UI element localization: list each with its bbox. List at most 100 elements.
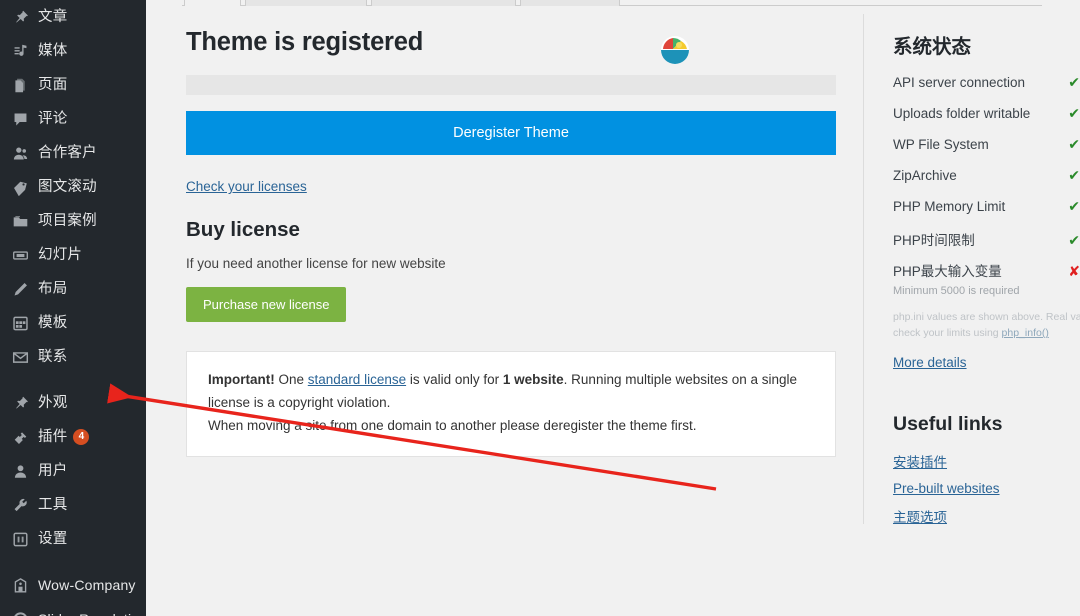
standard-license-link[interactable]: standard license <box>308 372 406 387</box>
tab-3[interactable]: Changelog <box>520 0 620 6</box>
pin-icon <box>9 7 31 27</box>
side-info-panel: 系统状态 API server connection ✔ Uploads folde… <box>893 30 1080 526</box>
tab-2[interactable]: Manual & Support <box>370 0 517 6</box>
important-license-notice: Important! One standard license is valid… <box>186 351 836 457</box>
sidebar-item-label: 幻灯片 <box>38 246 83 263</box>
status-check-icon: ✔ <box>1068 198 1080 214</box>
status-row-label: PHP Memory Limit <box>893 199 1006 214</box>
sidebar-item-18[interactable]: Wow-Company <box>0 568 146 602</box>
sidebar-item-label: Slider Revolution <box>38 612 146 616</box>
sidebar-item-label: 外观 <box>38 394 68 411</box>
comments-icon <box>9 109 31 129</box>
sidebar-item-5[interactable]: 图文滚动 <box>0 170 146 204</box>
theme-registration-panel: Theme is registered Deregister Theme Che… <box>186 28 836 457</box>
status-row-label: ZipArchive <box>893 168 957 183</box>
sidebar-item-12[interactable]: 外观 <box>0 386 146 420</box>
tab-0[interactable]: 概述 <box>184 0 241 6</box>
sidebar-item-label: 联系 <box>38 348 68 365</box>
appearance-icon <box>9 393 31 413</box>
notice-strong: 1 website <box>502 372 564 387</box>
sidebar-item-label: 插件 <box>38 428 68 445</box>
system-status-heading: 系统状态 <box>893 36 972 58</box>
theme-brand-logo <box>655 30 695 70</box>
status-cross-icon: ✘ <box>1068 263 1080 279</box>
sidebar-item-label: Wow-Company <box>38 577 136 593</box>
sidebar-item-1[interactable]: 媒体 <box>0 34 146 68</box>
license-key-field[interactable] <box>186 75 836 95</box>
fineprint-line-2: check your limits using <box>893 327 1002 340</box>
sidebar-separator <box>0 374 146 386</box>
status-check-icon: ✔ <box>1068 74 1080 90</box>
tag-icon <box>9 177 31 197</box>
system-status-list: API server connection ✔ Uploads folder wri… <box>893 74 1080 291</box>
useful-links-list: 安装插件 Pre-built websites 主题选项 <box>893 451 1080 526</box>
sidebar-item-10[interactable]: 联系 <box>0 340 146 374</box>
sidebar-item-7[interactable]: 幻灯片 <box>0 238 146 272</box>
status-row-3: ZipArchive ✔ <box>893 167 1080 198</box>
sidebar-item-label: 图文滚动 <box>38 178 97 195</box>
sidebar-item-label: 文章 <box>38 8 68 25</box>
company-icon <box>9 575 31 595</box>
php-max-input-vars-note: Minimum 5000 is required <box>893 285 1020 297</box>
sidebar-item-label: 评论 <box>38 110 68 127</box>
user-icon <box>9 461 31 481</box>
sidebar-item-label: 合作客户 <box>38 144 97 161</box>
php-info-link[interactable]: php_info() <box>1002 327 1049 339</box>
content-area: 概述 System statusManual & SupportChangelog… <box>146 0 1080 616</box>
slider-eye-icon <box>9 609 31 616</box>
sidebar-item-14[interactable]: 用户 <box>0 454 146 488</box>
php-ini-fineprint: php.ini values are shown above. Real va … <box>893 309 1080 342</box>
fineprint-line-1: php.ini values are shown above. Real va <box>893 311 1080 323</box>
sidebar-item-label: 布局 <box>38 280 68 297</box>
sidebar-item-label: 项目案例 <box>38 212 97 229</box>
useful-link-1[interactable]: Pre-built websites <box>893 481 1080 496</box>
settings-icon <box>9 529 31 549</box>
useful-link-2[interactable]: 主题选项 <box>893 506 1080 526</box>
wrench-icon <box>9 495 31 515</box>
status-row-label: PHP最大输入变量 <box>893 264 1002 279</box>
status-row-5: PHP时间限制 ✔ <box>893 229 1080 260</box>
sidebar-item-4[interactable]: 合作客户 <box>0 136 146 170</box>
plugins-icon <box>9 427 31 447</box>
pages-icon <box>9 75 31 95</box>
sidebar-item-label: 页面 <box>38 76 68 93</box>
useful-link-0[interactable]: 安装插件 <box>893 451 1080 471</box>
status-row-0: API server connection ✔ <box>893 74 1080 105</box>
sidebar-item-label: 设置 <box>38 530 68 547</box>
sidebar-item-6[interactable]: 项目案例 <box>0 204 146 238</box>
status-check-icon: ✔ <box>1068 232 1080 248</box>
admin-sidebar: 文章媒体页面评论合作客户图文滚动项目案例幻灯片布局模板联系外观插件 4 用户工具设置… <box>0 0 146 616</box>
sidebar-separator <box>0 556 146 568</box>
purchase-new-license-button[interactable]: Purchase new license <box>186 287 347 322</box>
page-title: Theme is registered <box>186 28 424 56</box>
sidebar-item-label: 工具 <box>38 496 68 513</box>
sidebar-item-8[interactable]: 布局 <box>0 272 146 306</box>
deregister-theme-button[interactable]: Deregister Theme <box>186 111 836 155</box>
sidebar-item-16[interactable]: 设置 <box>0 522 146 556</box>
panel-divider <box>863 14 864 524</box>
status-row-label: PHP时间限制 <box>893 233 975 248</box>
status-row-label: Uploads folder writable <box>893 106 1031 121</box>
sidebar-item-19[interactable]: Slider Revolution <box>0 602 146 616</box>
sidebar-item-9[interactable]: 模板 <box>0 306 146 340</box>
tab-1[interactable]: System status <box>245 0 367 6</box>
sidebar-item-label: 媒体 <box>38 42 68 59</box>
buy-license-heading: Buy license <box>186 218 300 241</box>
status-row-2: WP File System ✔ <box>893 136 1080 167</box>
sidebar-item-badge: 4 <box>73 429 90 445</box>
check-your-licenses-link[interactable]: Check your licenses <box>186 179 307 194</box>
sidebar-item-3[interactable]: 评论 <box>0 102 146 136</box>
media-icon <box>9 41 31 61</box>
notice-line-2: When moving a site from one domain to an… <box>208 418 697 434</box>
sidebar-item-15[interactable]: 工具 <box>0 488 146 522</box>
notice-lead: Important! <box>208 372 275 387</box>
more-details-link[interactable]: More details <box>893 355 967 370</box>
sidebar-item-2[interactable]: 页面 <box>0 68 146 102</box>
useful-links-section: Useful links 安装插件 Pre-built websites 主题选项 <box>893 413 1080 526</box>
users-icon <box>9 143 31 163</box>
status-check-icon: ✔ <box>1068 167 1080 183</box>
status-check-icon: ✔ <box>1068 105 1080 121</box>
envelope-icon <box>9 347 31 367</box>
sidebar-item-13[interactable]: 插件 4 <box>0 420 146 454</box>
sidebar-item-0[interactable]: 文章 <box>0 0 146 34</box>
